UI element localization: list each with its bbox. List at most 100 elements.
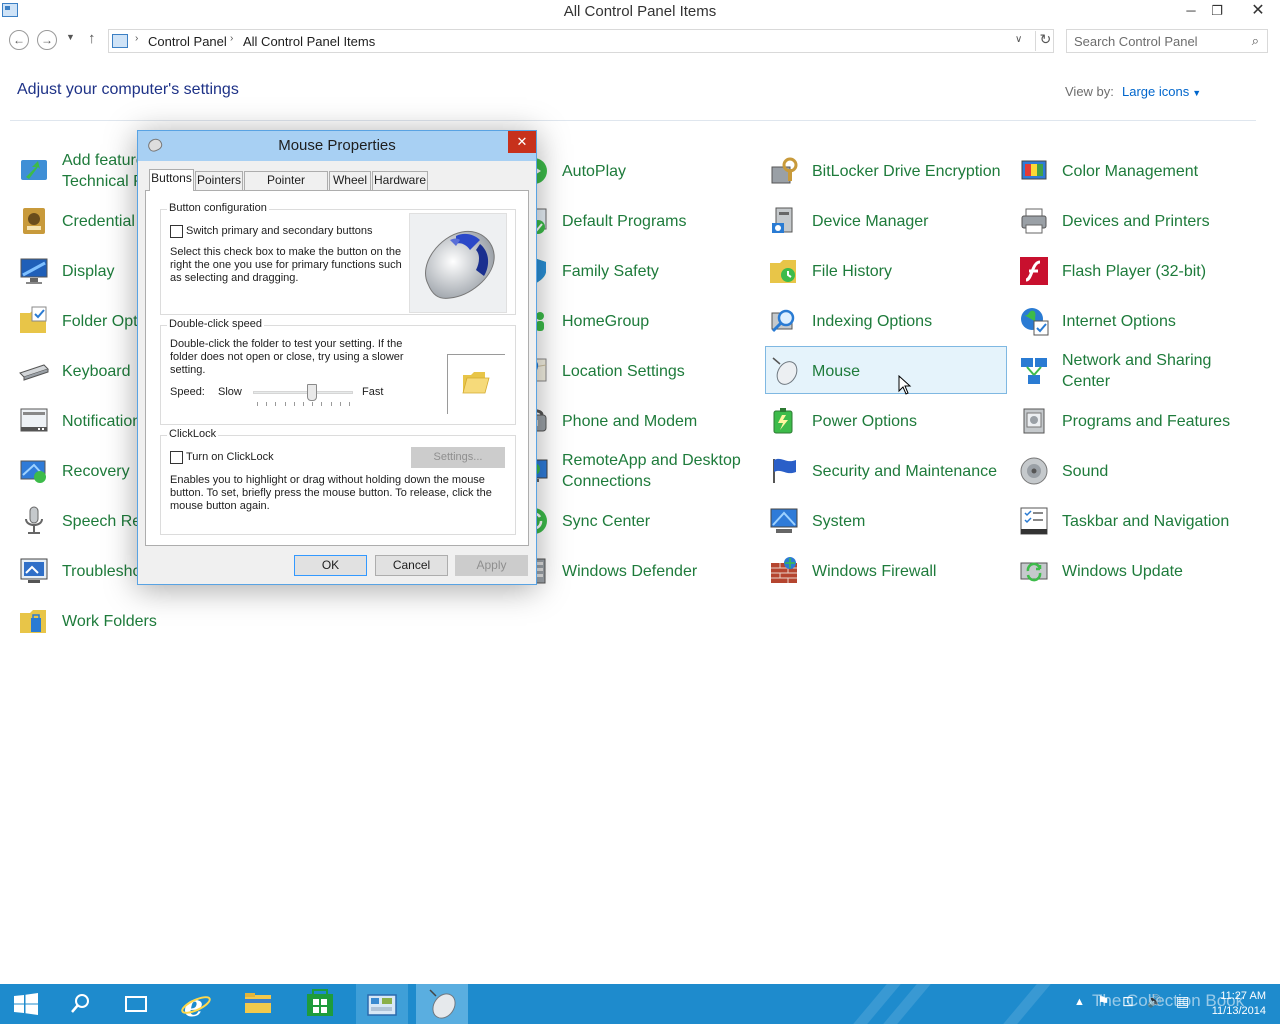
control-panel-item-work-folders[interactable]: Work Folders — [15, 597, 257, 645]
recent-locations-button[interactable]: ▼ — [66, 32, 75, 42]
address-bar[interactable]: › Control Panel › All Control Panel Item… — [108, 29, 1054, 53]
control-panel-item-device-manager[interactable]: Device Manager — [765, 197, 1007, 245]
search-button[interactable] — [54, 984, 106, 1024]
dialog-titlebar[interactable]: Mouse Properties ✕ — [138, 131, 536, 161]
dialog-close-button[interactable]: ✕ — [508, 131, 536, 153]
control-panel-item-file-history[interactable]: File History — [765, 247, 1007, 295]
input-indicator-icon[interactable]: ▤ — [1176, 993, 1189, 1010]
taskbar: e The Collection Book ▲ ⚑ ⊡ 🔊 ▤ 11:27 AM… — [0, 984, 1280, 1024]
system-icon — [768, 505, 800, 537]
control-panel-taskbar-button[interactable] — [356, 984, 408, 1024]
switch-buttons-label[interactable]: Switch primary and secondary buttons — [186, 225, 372, 238]
tab-buttons[interactable]: Buttons — [149, 169, 194, 191]
control-panel-item-system[interactable]: System — [765, 497, 1007, 545]
cancel-button[interactable]: Cancel — [375, 555, 448, 576]
control-panel-item-autoplay[interactable]: AutoPlay — [515, 147, 757, 195]
control-panel-item-sound[interactable]: Sound — [1015, 447, 1257, 495]
breadcrumb-separator[interactable]: › — [230, 33, 233, 44]
maximize-button[interactable]: ❐ — [1202, 0, 1232, 22]
file-history-icon — [768, 255, 800, 287]
device-manager-icon — [768, 205, 800, 237]
control-panel-item-location-settings[interactable]: Location Settings — [515, 347, 757, 395]
network-icon[interactable]: ⊡ — [1122, 993, 1134, 1010]
tab-pointers[interactable]: Pointers — [195, 171, 243, 190]
close-button[interactable]: ✕ — [1236, 0, 1280, 22]
control-panel-item-programs-features[interactable]: Programs and Features — [1015, 397, 1257, 445]
volume-icon[interactable]: 🔊 — [1147, 994, 1162, 1008]
mouse-properties-taskbar-button[interactable] — [416, 984, 468, 1024]
forward-button[interactable]: → — [37, 30, 57, 50]
control-panel-item-mouse[interactable]: Mouse — [765, 346, 1007, 394]
mouse-properties-dialog: Mouse Properties ✕ Buttons Pointers Poin… — [137, 130, 537, 585]
clicklock-checkbox[interactable] — [170, 451, 183, 464]
breadcrumb-all-items[interactable]: All Control Panel Items — [243, 34, 375, 49]
control-panel-item-flash-player[interactable]: Flash Player (32-bit) — [1015, 247, 1257, 295]
file-explorer-button[interactable] — [232, 984, 284, 1024]
dialog-title: Mouse Properties — [278, 137, 396, 154]
control-panel-item-remoteapp[interactable]: RemoteApp and Desktop Connections — [515, 447, 757, 495]
store-button[interactable] — [294, 984, 346, 1024]
control-panel-item-indexing-options[interactable]: Indexing Options — [765, 297, 1007, 345]
work-folders-icon — [18, 605, 50, 637]
up-button[interactable]: ↑ — [88, 30, 96, 47]
clicklock-label[interactable]: Turn on ClickLock — [186, 451, 274, 464]
apply-button[interactable]: Apply — [455, 555, 528, 576]
control-panel-item-power-options[interactable]: Power Options — [765, 397, 1007, 445]
control-panel-item-sync-center[interactable]: Sync Center — [515, 497, 757, 545]
clicklock-description-3: mouse button again. — [170, 500, 270, 512]
control-panel-item-bitlocker[interactable]: BitLocker Drive Encryption — [765, 147, 1007, 195]
ok-button[interactable]: OK — [294, 555, 367, 576]
switch-buttons-checkbox[interactable] — [170, 225, 183, 238]
item-label: Family Safety — [562, 262, 659, 280]
control-panel-item-default-programs[interactable]: Default Programs — [515, 197, 757, 245]
slider-thumb[interactable] — [307, 384, 317, 401]
control-panel-item-windows-update[interactable]: Windows Update — [1015, 547, 1257, 595]
show-hidden-icons-button[interactable]: ▲ — [1074, 996, 1085, 1008]
back-button[interactable]: ← — [9, 30, 29, 50]
action-center-icon[interactable]: ⚑ — [1097, 993, 1110, 1010]
item-label: Color Management — [1062, 162, 1199, 180]
item-label: Windows Defender — [562, 562, 698, 580]
control-panel-item-taskbar-navigation[interactable]: Taskbar and Navigation — [1015, 497, 1257, 545]
clicklock-group: ClickLock Turn on ClickLock Settings... … — [160, 428, 516, 535]
control-panel-item-color-management[interactable]: Color Management — [1015, 147, 1257, 195]
address-dropdown-button[interactable]: ∨ — [1015, 34, 1022, 45]
item-label: Power Options — [812, 412, 917, 430]
refresh-button[interactable]: ↻ — [1035, 31, 1055, 51]
double-click-speed-slider[interactable] — [253, 382, 353, 408]
test-folder-area[interactable] — [447, 354, 505, 414]
item-label: AutoPlay — [562, 162, 627, 180]
control-panel-item-phone-modem[interactable]: Phone and Modem — [515, 397, 757, 445]
item-label: Default Programs — [562, 212, 687, 230]
breadcrumb-separator[interactable]: › — [135, 33, 138, 44]
credential-manager-icon — [18, 205, 50, 237]
tab-pointer-options[interactable]: Pointer Options — [244, 171, 328, 204]
slider-tick — [321, 402, 323, 406]
color-management-icon — [1018, 155, 1050, 187]
clicklock-settings-button[interactable]: Settings... — [411, 447, 505, 468]
control-panel-item-security-maintenance[interactable]: Security and Maintenance — [765, 447, 1007, 495]
double-click-description-2: folder does not open or close, try using… — [170, 351, 404, 363]
control-panel-item-internet-options[interactable]: Internet Options — [1015, 297, 1257, 345]
control-panel-item-network-sharing[interactable]: Network and Sharing Center — [1015, 347, 1257, 395]
item-label: System — [812, 512, 866, 530]
control-panel-item-windows-defender[interactable]: Windows Defender — [515, 547, 757, 595]
control-panel-item-windows-firewall[interactable]: Windows Firewall — [765, 547, 1007, 595]
system-clock[interactable]: 11:27 AM 11/13/2014 — [1200, 989, 1266, 1019]
view-by-dropdown[interactable]: Large icons ▼ — [1122, 84, 1201, 99]
task-view-button[interactable] — [110, 984, 162, 1024]
breadcrumb-control-panel[interactable]: Control Panel — [148, 34, 227, 49]
slow-label: Slow — [218, 386, 242, 398]
tab-hardware[interactable]: Hardware — [372, 171, 428, 190]
search-input[interactable]: Search Control Panel ⌕ — [1066, 29, 1268, 53]
search-icon[interactable]: ⌕ — [1252, 33, 1259, 49]
control-panel-item-family-safety[interactable]: Family Safety — [515, 247, 757, 295]
internet-explorer-button[interactable]: e — [170, 984, 222, 1024]
mouse-illustration — [409, 213, 507, 313]
tab-wheel[interactable]: Wheel — [329, 171, 371, 190]
start-button[interactable] — [0, 984, 52, 1024]
notification-area-icon — [18, 405, 50, 437]
control-panel-item-homegroup[interactable]: HomeGroup — [515, 297, 757, 345]
control-panel-item-devices-printers[interactable]: Devices and Printers — [1015, 197, 1257, 245]
windows-logo-icon — [14, 993, 38, 1015]
